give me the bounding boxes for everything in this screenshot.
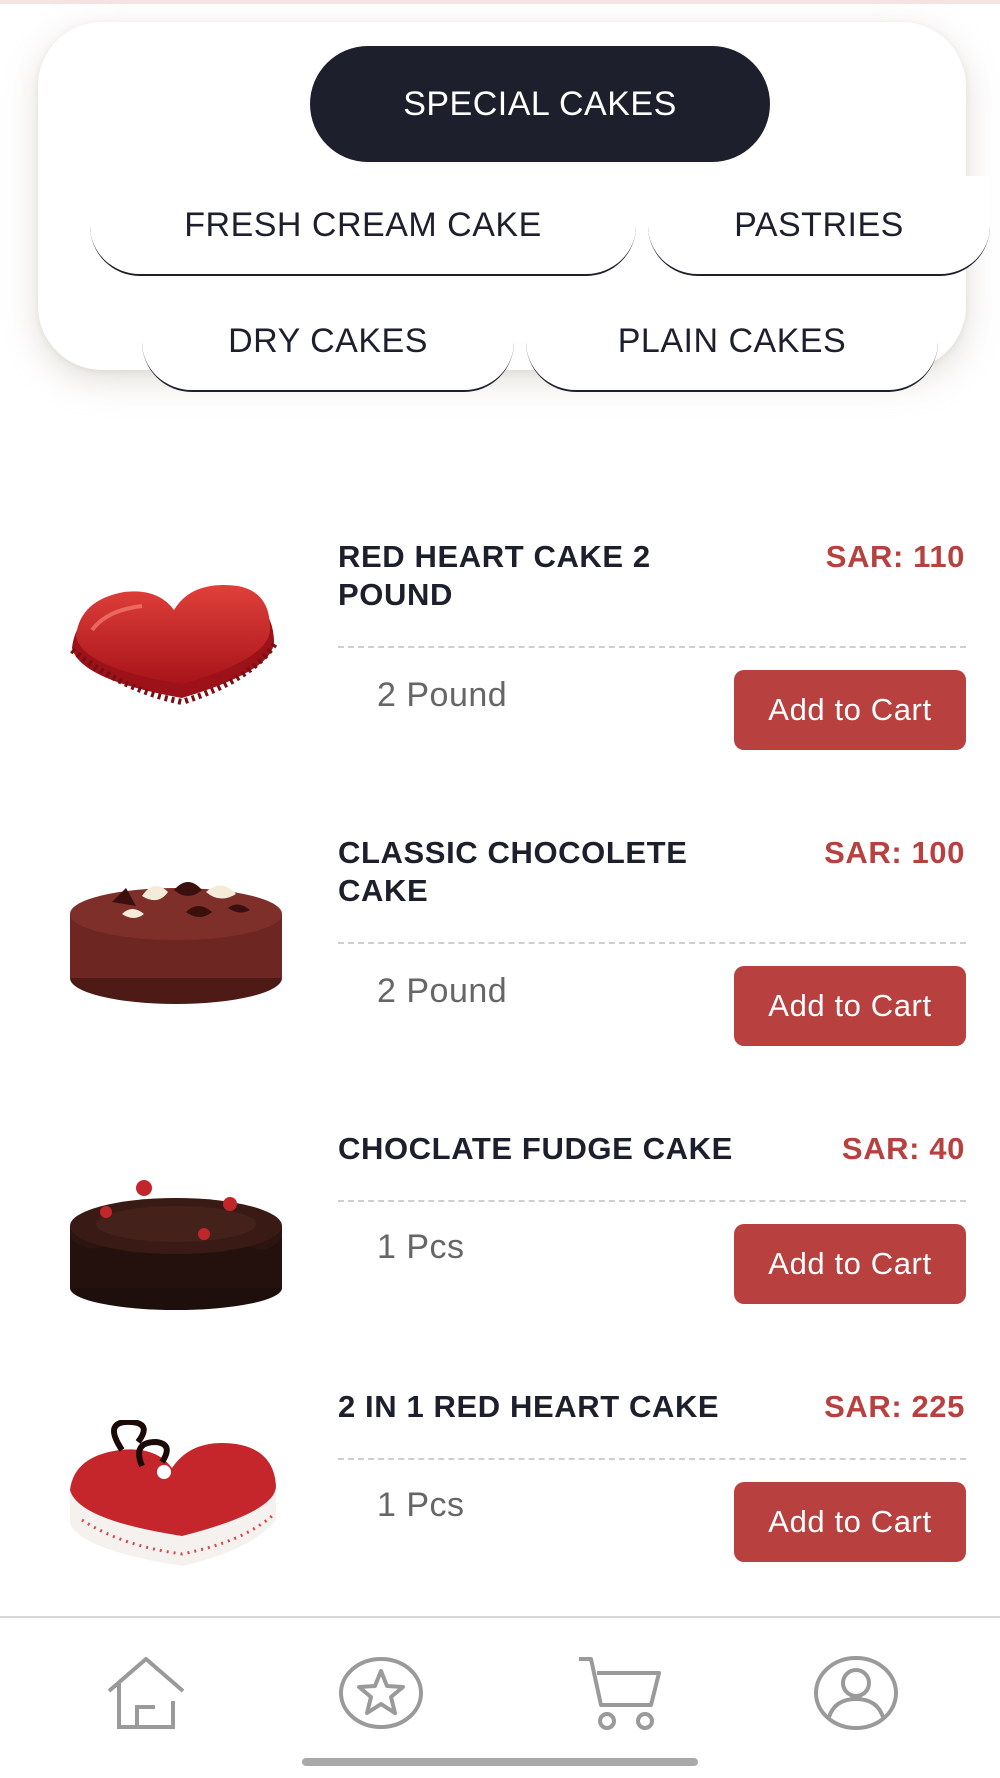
product-name: CLASSIC CHOCOLETE CAKE [338,835,688,908]
nav-favorites[interactable] [333,1648,429,1738]
category-fresh-cream-cake[interactable]: FRESH CREAM CAKE [90,176,636,276]
cart-icon [579,1657,661,1730]
product-price: SAR: 40 [841,1131,965,1166]
product-card: CLASSIC CHOCOLETE CAKE SAR: 100 2 Pound … [0,828,1000,1048]
product-unit: 2 Pound [377,972,508,1010]
category-plain-cakes[interactable]: PLAIN CAKES [526,292,938,392]
add-to-cart-button[interactable]: Add to Cart [734,1482,966,1562]
red-velvet-heart-cake-image [70,1420,276,1566]
bottom-navigation [0,1616,1000,1778]
home-indicator [302,1758,698,1766]
product-price: SAR: 225 [824,1389,965,1424]
product-unit: 2 Pound [377,676,508,714]
divider [338,1458,966,1460]
nav-profile[interactable] [808,1648,904,1738]
nav-home[interactable] [98,1648,194,1738]
chocolate-cake-image [70,882,282,1004]
category-card: SPECIAL CAKES FRESH CREAM CAKE PASTRIES … [38,22,990,392]
product-name: RED HEART CAKE 2 POUND [338,539,651,612]
add-to-cart-button[interactable]: Add to Cart [734,966,966,1046]
category-pastries[interactable]: PASTRIES [648,176,990,276]
category-special-cakes[interactable]: SPECIAL CAKES [310,46,770,162]
category-dry-cakes[interactable]: DRY CAKES [142,292,514,392]
fudge-cake-image [70,1180,282,1310]
favorites-icon [339,1657,423,1729]
add-to-cart-button[interactable]: Add to Cart [734,1224,966,1304]
top-strip [0,0,1000,4]
product-unit: 1 Pcs [377,1486,465,1524]
product-unit: 1 Pcs [377,1228,465,1266]
product-price: SAR: 100 [824,835,965,870]
divider [338,942,966,944]
product-price: SAR: 110 [825,539,965,574]
divider [338,646,966,648]
red-heart-cake-image [70,585,279,706]
add-to-cart-button[interactable]: Add to Cart [734,670,966,750]
nav-cart[interactable] [572,1648,668,1738]
profile-icon [814,1656,898,1730]
product-card: CHOCLATE FUDGE CAKE SAR: 40 1 Pcs Add to… [0,1124,1000,1344]
product-name: CHOCLATE FUDGE CAKE [338,1131,733,1166]
product-name: 2 IN 1 RED HEART CAKE [338,1389,720,1424]
product-card: 2 IN 1 RED HEART CAKE SAR: 225 1 Pcs Add… [0,1382,1000,1602]
divider [338,1200,966,1202]
product-card: RED HEART CAKE 2 POUND SAR: 110 2 Pound … [0,532,1000,752]
home-icon [107,1657,185,1729]
